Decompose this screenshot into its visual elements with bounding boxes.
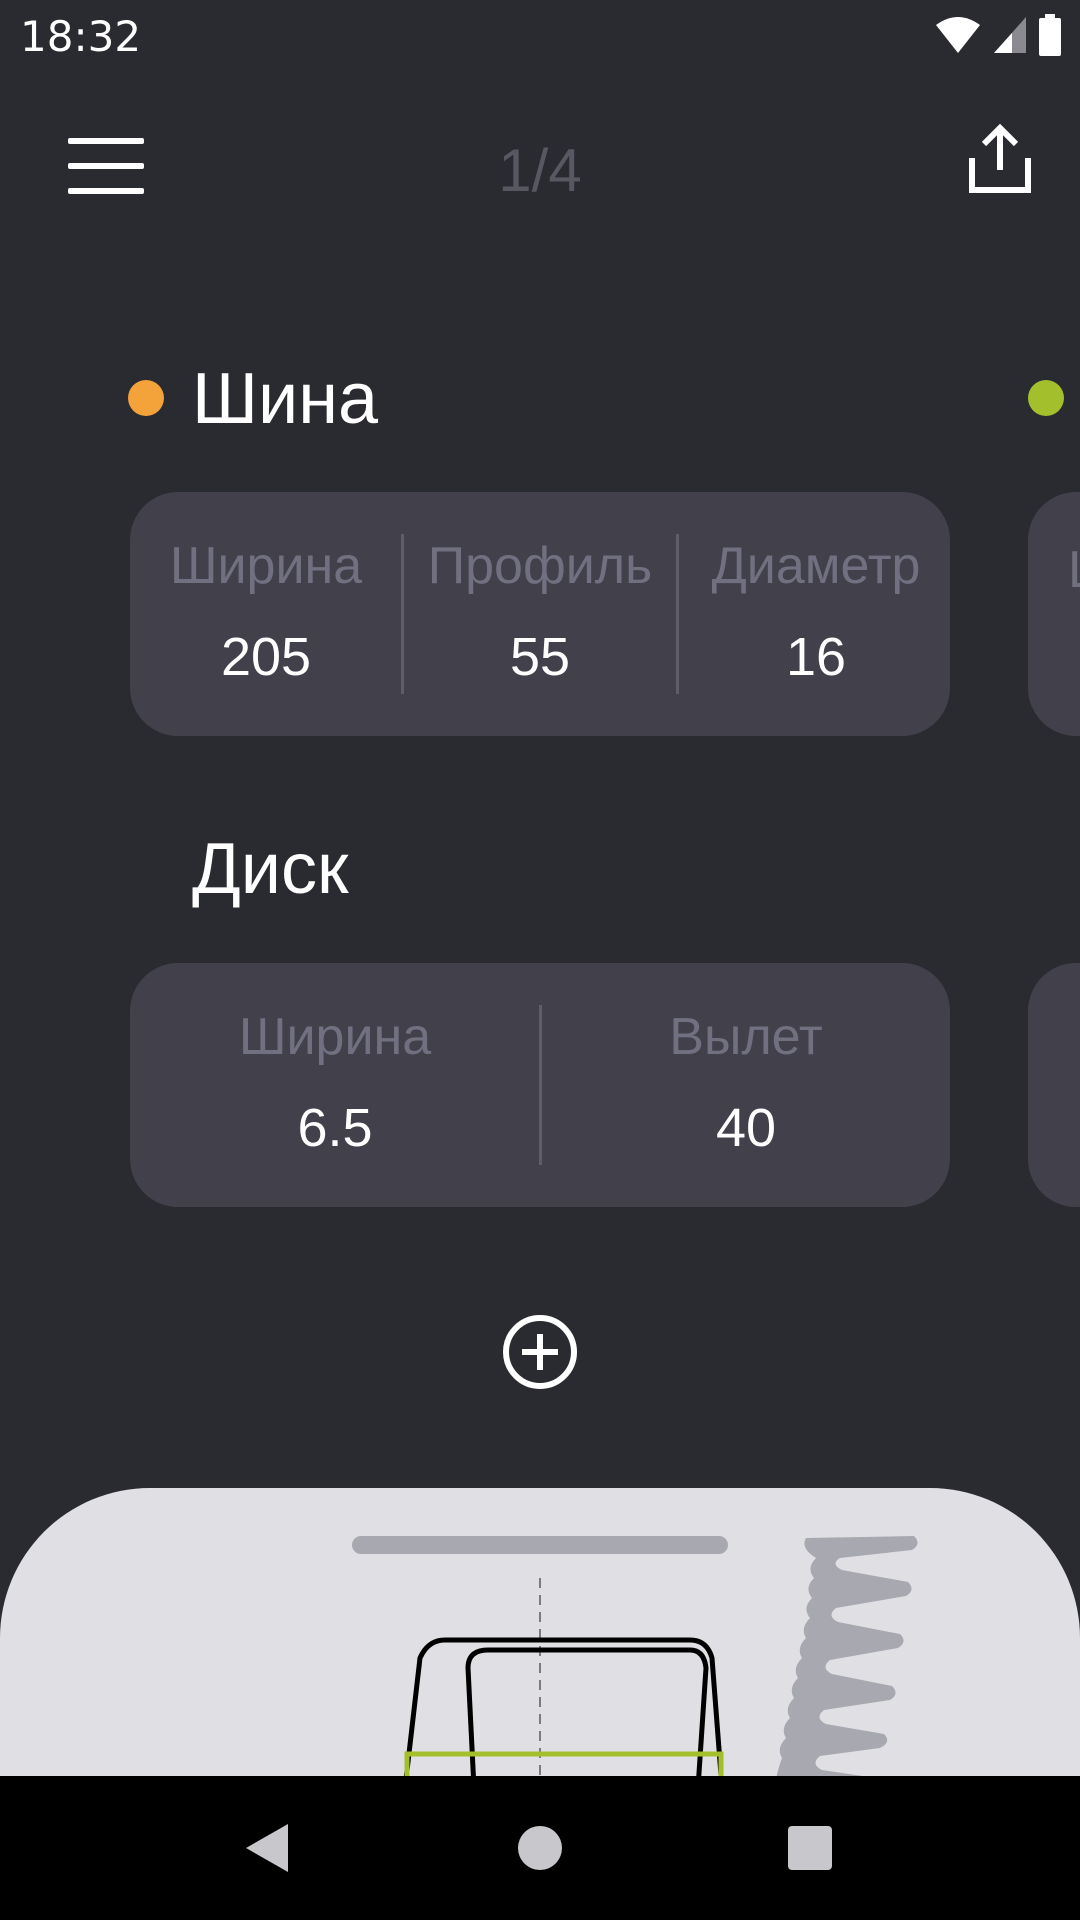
- wifi-icon: [936, 17, 980, 53]
- disc-width-label: Ширина: [238, 1008, 432, 1066]
- disc-offset-value: 40: [715, 1098, 777, 1158]
- next-card-status-dot: [1028, 380, 1064, 416]
- share-icon: [969, 123, 1031, 193]
- status-bar: 18:32: [0, 0, 1080, 72]
- disc-size-card[interactable]: Ширина 6.5 Вылет 40: [130, 963, 950, 1207]
- nav-back-button[interactable]: [220, 1800, 316, 1896]
- share-button[interactable]: [964, 123, 1036, 196]
- recents-square-icon: [788, 1826, 832, 1870]
- disc-section-title: Диск: [192, 829, 349, 909]
- status-icons: [934, 14, 1062, 56]
- tire-diameter-label: Диаметр: [711, 537, 921, 595]
- system-nav-bar: [0, 1776, 1080, 1920]
- tire-size-card[interactable]: Ширина 205 Профиль 55 Диаметр 16: [130, 492, 950, 736]
- disc-offset-cell[interactable]: Вылет 40: [542, 963, 950, 1207]
- tire-width-value: 205: [220, 627, 312, 687]
- tire-status-dot: [128, 380, 164, 416]
- status-time: 18:32: [20, 12, 142, 61]
- app-screen: 18:32 1/4 Шина Ширина 205 Профиль 55 Диа…: [0, 0, 1080, 1920]
- divider: [676, 534, 679, 694]
- cell-signal-icon: [994, 17, 1026, 53]
- tire-profile-value: 55: [509, 627, 571, 687]
- tire-profile-cell[interactable]: Профиль 55: [404, 492, 676, 736]
- add-circle-icon: [503, 1315, 577, 1389]
- next-tire-card-peek[interactable]: Ш: [1028, 492, 1080, 736]
- tire-width-cell[interactable]: Ширина 205: [130, 492, 402, 736]
- nav-home-button[interactable]: [492, 1800, 588, 1896]
- disc-width-value: 6.5: [297, 1098, 373, 1158]
- tire-diameter-cell[interactable]: Диаметр 16: [680, 492, 952, 736]
- battery-icon: [1039, 14, 1061, 56]
- tire-profile-label: Профиль: [427, 537, 653, 595]
- nav-recents-button[interactable]: [762, 1800, 858, 1896]
- back-triangle-icon: [246, 1824, 288, 1872]
- disc-width-cell[interactable]: Ширина 6.5: [130, 963, 540, 1207]
- tire-width-label: Ширина: [169, 537, 363, 595]
- page-indicator: 1/4: [498, 137, 582, 204]
- next-disc-card-peek[interactable]: [1028, 963, 1080, 1207]
- tire-section-title: Шина: [192, 359, 379, 439]
- peek-label: Ш: [1068, 540, 1080, 600]
- home-circle-icon: [518, 1826, 562, 1870]
- tire-diameter-value: 16: [785, 627, 847, 687]
- disc-offset-label: Вылет: [669, 1008, 823, 1066]
- add-comparison-button[interactable]: [502, 1314, 578, 1390]
